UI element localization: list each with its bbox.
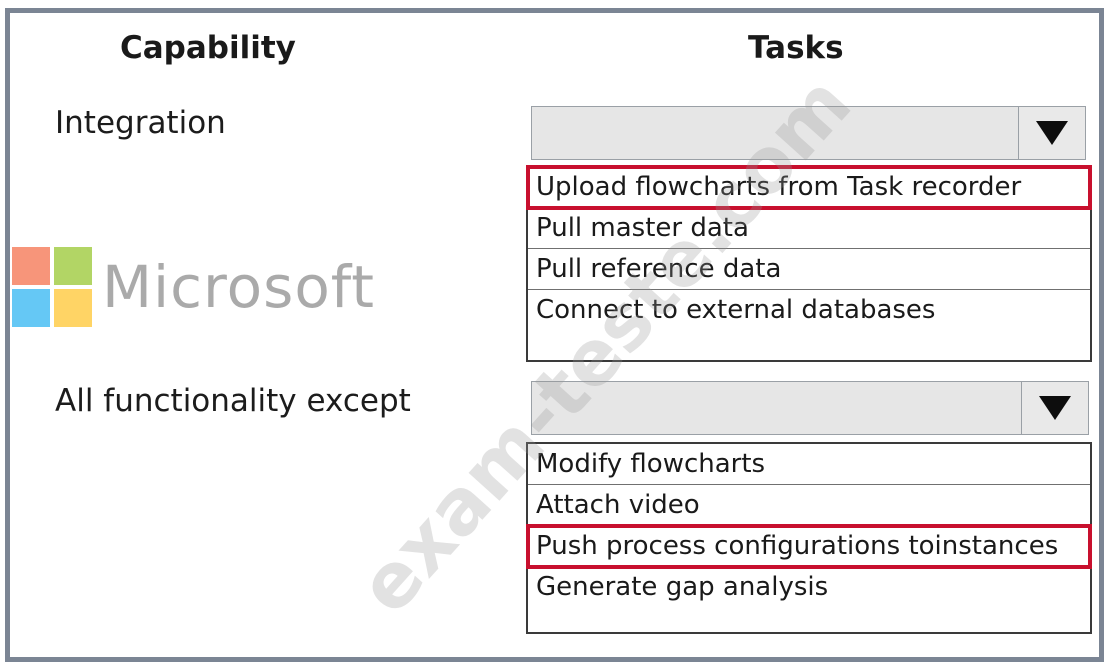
all-functionality-option-2[interactable]: Attach video xyxy=(528,485,1090,526)
integration-option-1[interactable]: Upload flowcharts from Task recorder xyxy=(526,165,1092,210)
all-functionality-options-list: Modify flowcharts Attach video Push proc… xyxy=(526,442,1092,634)
integration-option-2[interactable]: Pull master data xyxy=(528,208,1090,249)
all-functionality-option-4[interactable]: Generate gap analysis xyxy=(528,567,1090,608)
chevron-down-icon[interactable] xyxy=(1018,107,1085,159)
all-functionality-option-1[interactable]: Modify flowcharts xyxy=(528,444,1090,485)
integration-options-list: Upload flowcharts from Task recorder Pul… xyxy=(526,165,1092,362)
microsoft-logo: Microsoft xyxy=(12,247,375,327)
capability-label-integration: Integration xyxy=(55,105,226,141)
integration-option-4[interactable]: Connect to external databases xyxy=(528,290,1090,331)
capability-label-all-functionality-except: All functionality except xyxy=(55,383,411,419)
microsoft-logo-text: Microsoft xyxy=(102,253,375,321)
chevron-down-icon[interactable] xyxy=(1021,382,1088,434)
windows-squares-icon xyxy=(12,247,92,327)
integration-option-3[interactable]: Pull reference data xyxy=(528,249,1090,290)
all-functionality-option-3[interactable]: Push process configurations toinstances xyxy=(526,524,1092,569)
integration-dropdown[interactable] xyxy=(531,106,1086,160)
tasks-header: Tasks xyxy=(748,30,844,66)
all-functionality-dropdown[interactable] xyxy=(531,381,1089,435)
capability-header: Capability xyxy=(120,30,296,66)
